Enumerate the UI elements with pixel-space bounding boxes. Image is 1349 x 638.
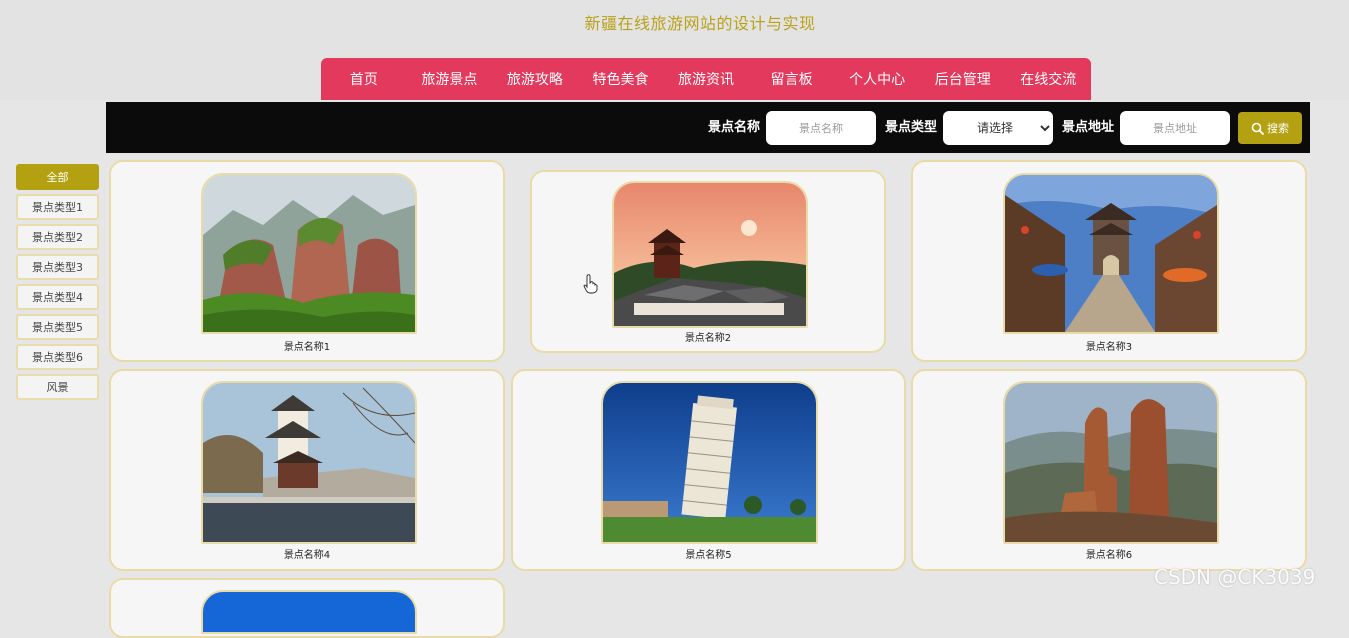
mountain-photo (203, 175, 415, 332)
attraction-name: 景点名称1 (283, 342, 331, 353)
pavilion-photo (203, 383, 415, 542)
category-type-2[interactable]: 景点类型2 (16, 224, 99, 250)
attraction-card[interactable] (109, 578, 505, 638)
attraction-card[interactable]: 景点名称6 (911, 369, 1307, 571)
nav-admin[interactable]: 后台管理 (920, 58, 1006, 100)
attraction-photo[interactable] (1003, 381, 1219, 544)
nav-attractions[interactable]: 旅游景点 (407, 58, 493, 100)
old-town-photo (1005, 175, 1217, 332)
search-button-label: 搜索 (1267, 123, 1289, 135)
category-sidebar: 全部 景点类型1 景点类型2 景点类型3 景点类型4 景点类型5 景点类型6 风… (16, 164, 99, 404)
attraction-photo[interactable] (1003, 173, 1219, 334)
attraction-name: 景点名称3 (1085, 342, 1133, 353)
search-bar: 景点名称 景点类型 请选择 景点地址 搜索 (106, 102, 1310, 153)
leaning-tower-photo (603, 383, 816, 542)
address-input[interactable] (1120, 111, 1230, 145)
attraction-card[interactable]: 景点名称4 (109, 369, 505, 571)
attraction-photo[interactable] (612, 181, 808, 328)
search-icon (1251, 122, 1264, 135)
attraction-name: 景点名称4 (283, 550, 331, 561)
nav-food[interactable]: 特色美食 (578, 58, 664, 100)
rock-pillar-photo (1005, 383, 1217, 542)
nav-user-center[interactable]: 个人中心 (834, 58, 920, 100)
attraction-name: 景点名称6 (1085, 550, 1133, 561)
name-label: 景点名称 (708, 120, 761, 135)
hand-cursor-icon (583, 274, 598, 294)
category-type-3[interactable]: 景点类型3 (16, 254, 99, 280)
category-type-1[interactable]: 景点类型1 (16, 194, 99, 220)
attraction-card[interactable]: 景点名称2 (530, 170, 886, 353)
category-all[interactable]: 全部 (16, 164, 99, 190)
attraction-name: 景点名称5 (685, 550, 732, 561)
attraction-card[interactable]: 景点名称5 (511, 369, 906, 571)
attraction-photo[interactable] (201, 590, 417, 634)
nav-home[interactable]: 首页 (321, 58, 407, 100)
category-type-6[interactable]: 景点类型6 (16, 344, 99, 370)
search-button[interactable]: 搜索 (1238, 112, 1302, 144)
category-type-4[interactable]: 景点类型4 (16, 284, 99, 310)
attraction-card[interactable]: 景点名称1 (109, 160, 505, 362)
nav-message-board[interactable]: 留言板 (749, 58, 835, 100)
category-scenery[interactable]: 风景 (16, 374, 99, 400)
attraction-photo[interactable] (601, 381, 818, 544)
type-label: 景点类型 (885, 120, 938, 135)
attraction-card[interactable]: 景点名称3 (911, 160, 1307, 362)
nav-guides[interactable]: 旅游攻略 (492, 58, 578, 100)
attraction-name: 景点名称2 (684, 333, 732, 344)
name-input[interactable] (766, 111, 876, 145)
site-title: 新疆在线旅游网站的设计与实现 (584, 14, 816, 33)
header: 新疆在线旅游网站的设计与实现 首页 旅游景点 旅游攻略 特色美食 旅游资讯 留言… (0, 0, 1349, 100)
nav-chat[interactable]: 在线交流 (1006, 58, 1092, 100)
watermark: CSDN @CK3039 (1154, 565, 1316, 589)
nav-news[interactable]: 旅游资讯 (663, 58, 749, 100)
category-type-5[interactable]: 景点类型5 (16, 314, 99, 340)
type-select[interactable]: 请选择 (943, 111, 1053, 145)
address-label: 景点地址 (1062, 120, 1115, 135)
pagoda-photo (614, 183, 806, 326)
attraction-photo[interactable] (201, 173, 417, 334)
main-nav: 首页 旅游景点 旅游攻略 特色美食 旅游资讯 留言板 个人中心 后台管理 在线交… (321, 58, 1091, 100)
attraction-photo[interactable] (201, 381, 417, 544)
